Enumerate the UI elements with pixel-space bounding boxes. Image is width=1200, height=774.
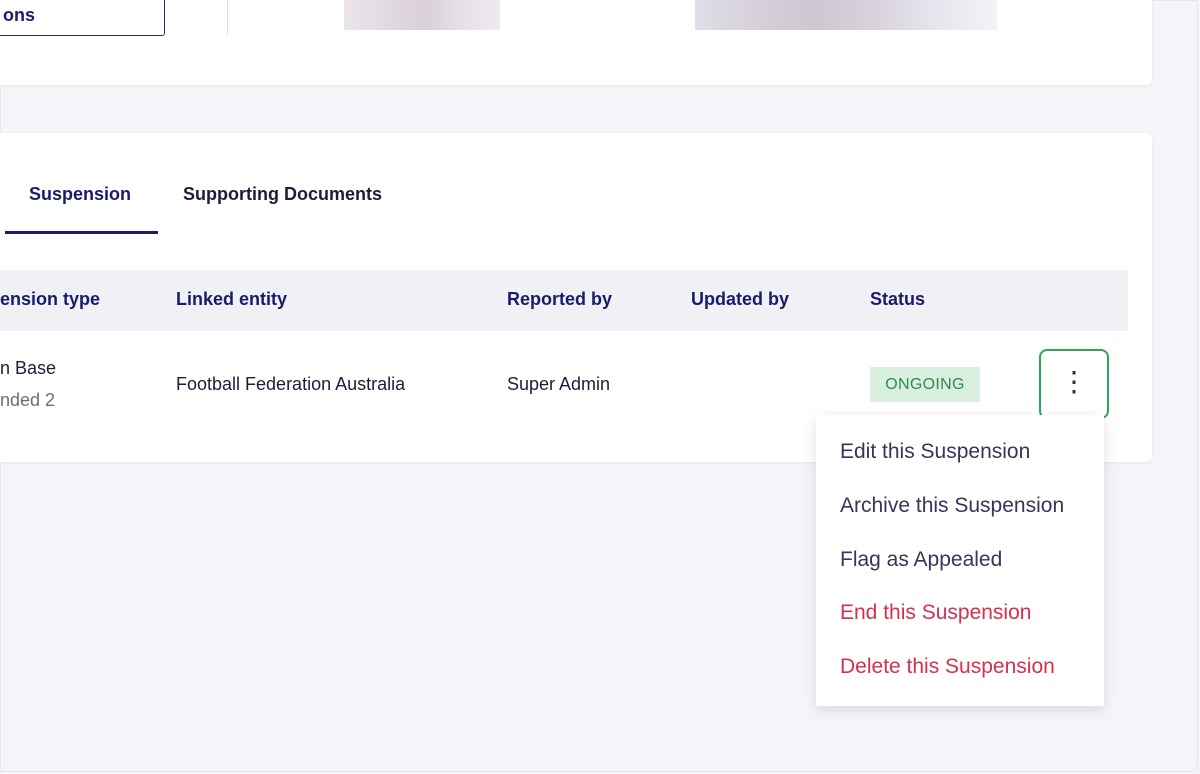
menu-item-edit-suspension[interactable]: Edit this Suspension xyxy=(840,440,1030,464)
redacted-value xyxy=(695,0,997,30)
active-tab-indicator xyxy=(5,231,158,234)
status-badge: ONGOING xyxy=(870,367,980,402)
cell-reported-by: Super Admin xyxy=(507,374,611,394)
menu-item-end-suspension[interactable]: End this Suspension xyxy=(840,601,1031,625)
more-vertical-icon: ⋮ xyxy=(1060,366,1088,397)
redacted-value xyxy=(344,0,500,30)
cell-suspension-type: n Base xyxy=(0,358,57,378)
column-header-linked-entity[interactable]: Linked entity xyxy=(176,289,287,310)
menu-item-delete-suspension[interactable]: Delete this Suspension xyxy=(840,655,1055,679)
column-header-reported-by[interactable]: Reported by xyxy=(507,289,612,310)
tab-supporting-documents[interactable]: Supporting Documents xyxy=(183,184,382,205)
tab-suspension[interactable]: Suspension xyxy=(29,184,131,205)
cell-linked-entity: Football Federation Australia xyxy=(176,374,406,394)
cell-suspension-type-detail: nded 2 xyxy=(0,390,56,410)
column-header-status[interactable]: Status xyxy=(870,289,925,310)
column-header-updated-by[interactable]: Updated by xyxy=(691,289,789,310)
details-card: ons xyxy=(0,0,1152,85)
partial-button[interactable]: ons xyxy=(0,0,165,36)
menu-item-archive-suspension[interactable]: Archive this Suspension xyxy=(840,494,1064,518)
divider xyxy=(227,0,228,36)
partial-button-label: ons xyxy=(3,5,36,25)
menu-item-flag-as-appealed[interactable]: Flag as Appealed xyxy=(840,548,1002,572)
suspension-card: Suspension Supporting Documents ension t… xyxy=(0,133,1152,462)
row-actions-menu: Edit this Suspension Archive this Suspen… xyxy=(816,415,1104,706)
column-header-suspension-type[interactable]: ension type xyxy=(0,289,100,310)
row-actions-button[interactable]: ⋮ xyxy=(1039,349,1109,419)
